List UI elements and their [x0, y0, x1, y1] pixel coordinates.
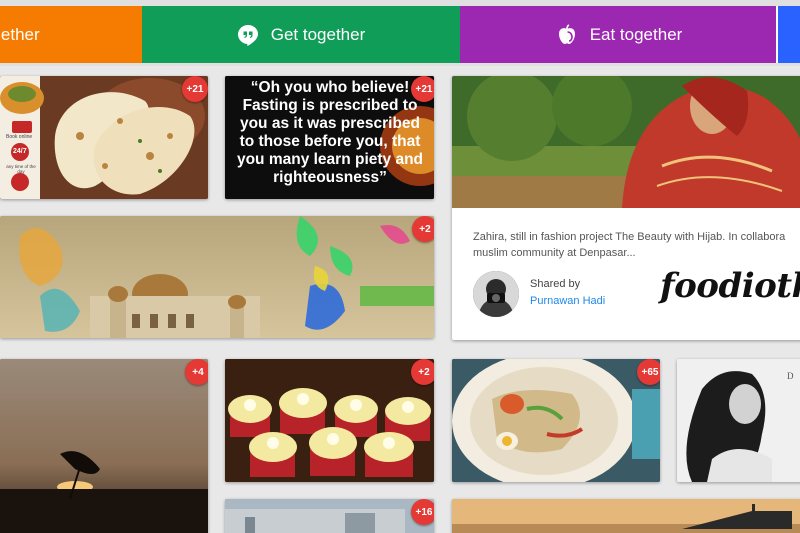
card-noodle-plate-photo[interactable]: +65 — [452, 359, 660, 482]
share-count-badge: +21 — [411, 76, 434, 102]
tab-get-together[interactable]: Get together — [142, 6, 460, 63]
sunset-photo — [0, 359, 208, 533]
card-harbor-photo[interactable] — [452, 499, 800, 533]
mosque-photo — [0, 216, 434, 338]
any-time-label: any time of the day — [6, 164, 36, 174]
shared-by-name-link[interactable]: Purnawan Hadi — [530, 295, 605, 307]
post-caption-line-2: muslim community at Denpasar... — [473, 247, 636, 259]
card-street-photo[interactable]: +16 — [225, 499, 434, 533]
share-count-badge: +2 — [412, 216, 434, 242]
tab-get-together-label: Get together — [270, 24, 366, 44]
card-cupcakes-photo[interactable]: +2 — [225, 359, 434, 482]
book-online-label: Book online — [6, 134, 33, 140]
card-featured-post[interactable]: Zahira, still in fashion project The Bea… — [452, 76, 800, 340]
cupcakes-photo — [225, 359, 434, 482]
card-portrait-photo[interactable]: D — [677, 359, 800, 482]
share-count-badge: +65 — [637, 359, 660, 385]
noodle-plate-photo — [452, 359, 660, 482]
apple-icon — [556, 23, 578, 46]
brand-watermark: foodiotkk — [660, 266, 800, 306]
post-caption-line-1: Zahira, still in fashion project The Bea… — [473, 231, 786, 243]
hangouts-quote-icon — [237, 24, 259, 46]
tab-next[interactable] — [778, 6, 800, 63]
card-sunset-photo[interactable]: +4 — [0, 359, 208, 533]
share-count-badge: +21 — [182, 76, 208, 102]
harbor-photo — [452, 499, 800, 533]
hours-label: 24/7 — [13, 148, 27, 155]
share-count-badge: +16 — [411, 499, 434, 525]
card-quote[interactable]: “Oh you who believe! Fasting is prescrib… — [225, 76, 434, 199]
tab-eat-together[interactable]: Eat together — [460, 6, 778, 63]
shared-by-label: Shared by — [530, 278, 581, 290]
tab-together-label: ogether — [0, 24, 40, 44]
avatar[interactable] — [473, 271, 519, 317]
post-caption: Zahira, still in fashion project The Bea… — [473, 229, 800, 261]
tab-together[interactable]: ogether — [0, 6, 142, 63]
card-naan-photo[interactable]: +21 Book online 24/7 any time of the day — [0, 76, 208, 199]
card-mosque-photo[interactable]: +2 — [0, 216, 434, 338]
portrait-photo: D — [677, 359, 800, 482]
share-count-badge: +4 — [185, 359, 208, 385]
category-tab-bar: ogether Get together — [0, 0, 800, 66]
street-photo — [225, 499, 434, 533]
tab-eat-together-label: Eat together — [589, 24, 683, 44]
stage: ogether Get together — [0, 0, 800, 533]
quote-text: “Oh you who believe! Fasting is prescrib… — [236, 79, 424, 186]
svg-text:D: D — [787, 371, 794, 381]
share-count-badge: +2 — [411, 359, 434, 385]
avatar-photo — [473, 271, 519, 317]
featured-photo — [452, 76, 800, 208]
